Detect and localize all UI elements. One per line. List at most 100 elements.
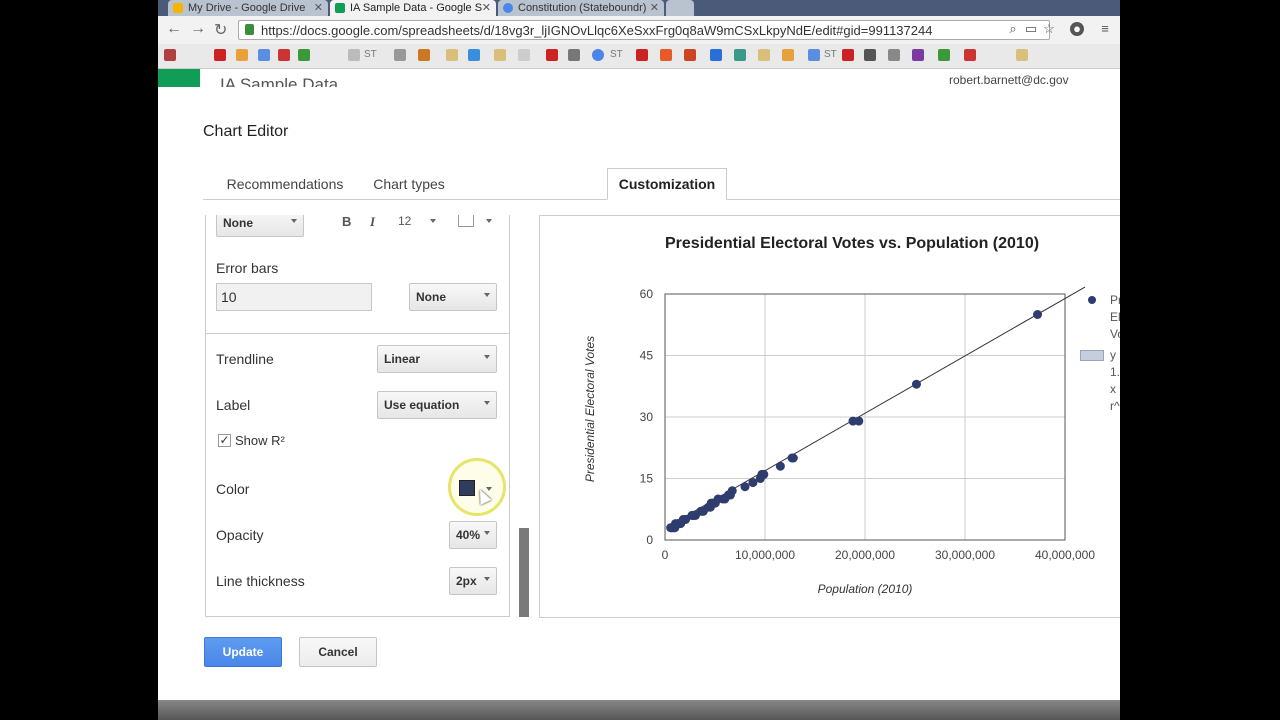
legend-text-line: r^: [1110, 399, 1120, 413]
browser-tabstrip: My Drive - Google Drive ✕ IA Sample Data…: [158, 0, 1120, 16]
bookmark-icon[interactable]: [864, 49, 876, 61]
close-icon[interactable]: ✕: [650, 0, 659, 16]
bookmark-label[interactable]: ST: [364, 49, 377, 60]
bookmark-icon[interactable]: [394, 49, 406, 61]
bookmark-icon[interactable]: [660, 49, 672, 61]
bookmark-apps-icon[interactable]: [164, 49, 176, 61]
browser-tab-drive[interactable]: My Drive - Google Drive ✕: [168, 0, 328, 16]
extension-icon[interactable]: ●: [1070, 22, 1084, 36]
bookmark-icon[interactable]: [518, 49, 530, 61]
tab-chart-types[interactable]: Chart types: [353, 169, 465, 199]
wikipedia-icon[interactable]: [568, 49, 580, 61]
label-dropdown[interactable]: Use equation: [377, 391, 497, 419]
dropdown-value: None: [223, 216, 253, 230]
tab-customization[interactable]: Customization: [607, 168, 727, 200]
tab-recommendations[interactable]: Recommendations: [218, 169, 352, 199]
y-tick-label: 0: [646, 533, 653, 547]
dropdown-value: 2px: [456, 574, 477, 588]
bookmark-icon[interactable]: [298, 49, 310, 61]
scatter-chart[interactable]: 0 10,000,000 20,000,000 30,000,000 40,000,00…: [540, 216, 1120, 618]
panel-scrollbar[interactable]: [519, 528, 529, 617]
folder-icon[interactable]: [494, 49, 506, 61]
legend-series-label: Pr El Vo: [1110, 292, 1120, 343]
bookmark-icon[interactable]: [258, 49, 270, 61]
bookmark-icon[interactable]: [912, 49, 924, 61]
bookmark-icon[interactable]: [734, 49, 746, 61]
bookmark-icon[interactable]: [964, 49, 976, 61]
bookmark-icon[interactable]: [214, 49, 226, 61]
text-color-swatch[interactable]: [458, 215, 474, 227]
sheets-bottom-bar: [158, 700, 1120, 720]
bookmark-icon[interactable]: [808, 49, 820, 61]
chevron-down-icon: [484, 355, 490, 359]
cast-icon[interactable]: ▭: [1024, 22, 1038, 36]
folder-icon[interactable]: [446, 49, 458, 61]
address-bar[interactable]: https://docs.google.com/spreadsheets/d/1…: [238, 20, 1050, 40]
update-button[interactable]: Update: [204, 637, 282, 667]
bookmark-icon[interactable]: [938, 49, 950, 61]
bookmark-icon[interactable]: [710, 49, 722, 61]
bookmark-icon[interactable]: [468, 49, 480, 61]
bookmark-icon[interactable]: [842, 49, 854, 61]
bookmark-icon[interactable]: [782, 49, 794, 61]
error-bars-type-dropdown[interactable]: None: [409, 283, 497, 311]
legend-trendline-swatch: [1080, 350, 1104, 361]
folder-icon[interactable]: [758, 49, 770, 61]
close-icon[interactable]: ✕: [482, 0, 491, 16]
error-bars-input[interactable]: 10: [216, 283, 372, 311]
legend-trendline-label: y 1. x r^: [1110, 347, 1120, 415]
back-arrow-icon[interactable]: ←: [166, 20, 182, 38]
data-point: [727, 486, 737, 496]
dropdown-value: None: [416, 290, 446, 304]
line-thickness-dropdown[interactable]: 2px: [449, 567, 497, 595]
menu-icon[interactable]: ≡: [1098, 22, 1112, 36]
y-tick-label: 60: [640, 287, 654, 301]
bookmark-icon[interactable]: [546, 49, 558, 61]
chevron-down-icon: [291, 219, 297, 223]
show-r2-checkbox[interactable]: ✓: [218, 434, 231, 447]
bookmark-label[interactable]: ST: [824, 49, 837, 60]
x-tick-label: 10,000,000: [735, 548, 795, 562]
google-icon[interactable]: [592, 49, 604, 61]
bookmark-icon[interactable]: [236, 49, 248, 61]
folder-icon[interactable]: [1016, 49, 1028, 61]
chevron-down-icon[interactable]: [486, 219, 492, 223]
data-point: [911, 379, 921, 389]
forward-arrow-icon[interactable]: →: [190, 20, 206, 38]
close-icon[interactable]: ✕: [314, 0, 323, 16]
bookmark-icon[interactable]: [278, 49, 290, 61]
bookmark-icon[interactable]: [348, 49, 360, 61]
trendline-label: Trendline: [216, 351, 274, 367]
browser-tab-sheets[interactable]: IA Sample Data - Google S ✕: [330, 0, 496, 16]
bookmark-icon[interactable]: [636, 49, 648, 61]
trendline-dropdown[interactable]: Linear: [377, 345, 497, 373]
browser-tab-label: IA Sample Data - Google S: [350, 2, 483, 14]
customization-panel: None B I 12 Error bars 10 None Trendline…: [205, 215, 510, 617]
italic-button[interactable]: I: [370, 215, 375, 230]
reload-icon[interactable]: ↻: [214, 20, 227, 40]
chevron-down-icon[interactable]: [430, 219, 436, 223]
dropdown-value: Linear: [384, 352, 421, 366]
bookmark-icon[interactable]: [888, 49, 900, 61]
chevron-down-icon: [484, 401, 490, 405]
opacity-dropdown[interactable]: 40%: [449, 521, 497, 549]
user-email[interactable]: robert.barnett@dc.gov: [949, 73, 1069, 87]
sheets-logo-icon[interactable]: [158, 69, 200, 87]
search-icon[interactable]: ⌕: [1006, 22, 1020, 36]
point-shape-dropdown[interactable]: None: [216, 215, 304, 237]
screen: My Drive - Google Drive ✕ IA Sample Data…: [158, 0, 1120, 720]
browser-tab-constitution[interactable]: Constitution (Stateboundr) ✕: [498, 0, 664, 16]
color-label: Color: [216, 481, 250, 497]
font-size-dropdown[interactable]: 12: [398, 215, 411, 228]
new-tab-button[interactable]: [666, 0, 694, 16]
divider: [206, 333, 509, 334]
bold-button[interactable]: B: [342, 215, 351, 229]
bookmark-icon[interactable]: [684, 49, 696, 61]
bookmark-icon[interactable]: [418, 49, 430, 61]
bookmark-label[interactable]: ST: [610, 49, 623, 60]
cancel-button[interactable]: Cancel: [299, 637, 377, 667]
star-icon[interactable]: ☆: [1042, 22, 1056, 36]
chart-editor-tabs: Recommendations Chart types Customizatio…: [203, 168, 1120, 200]
x-tick-label: 40,000,000: [1035, 548, 1095, 562]
trendline-color-swatch[interactable]: [459, 480, 475, 496]
